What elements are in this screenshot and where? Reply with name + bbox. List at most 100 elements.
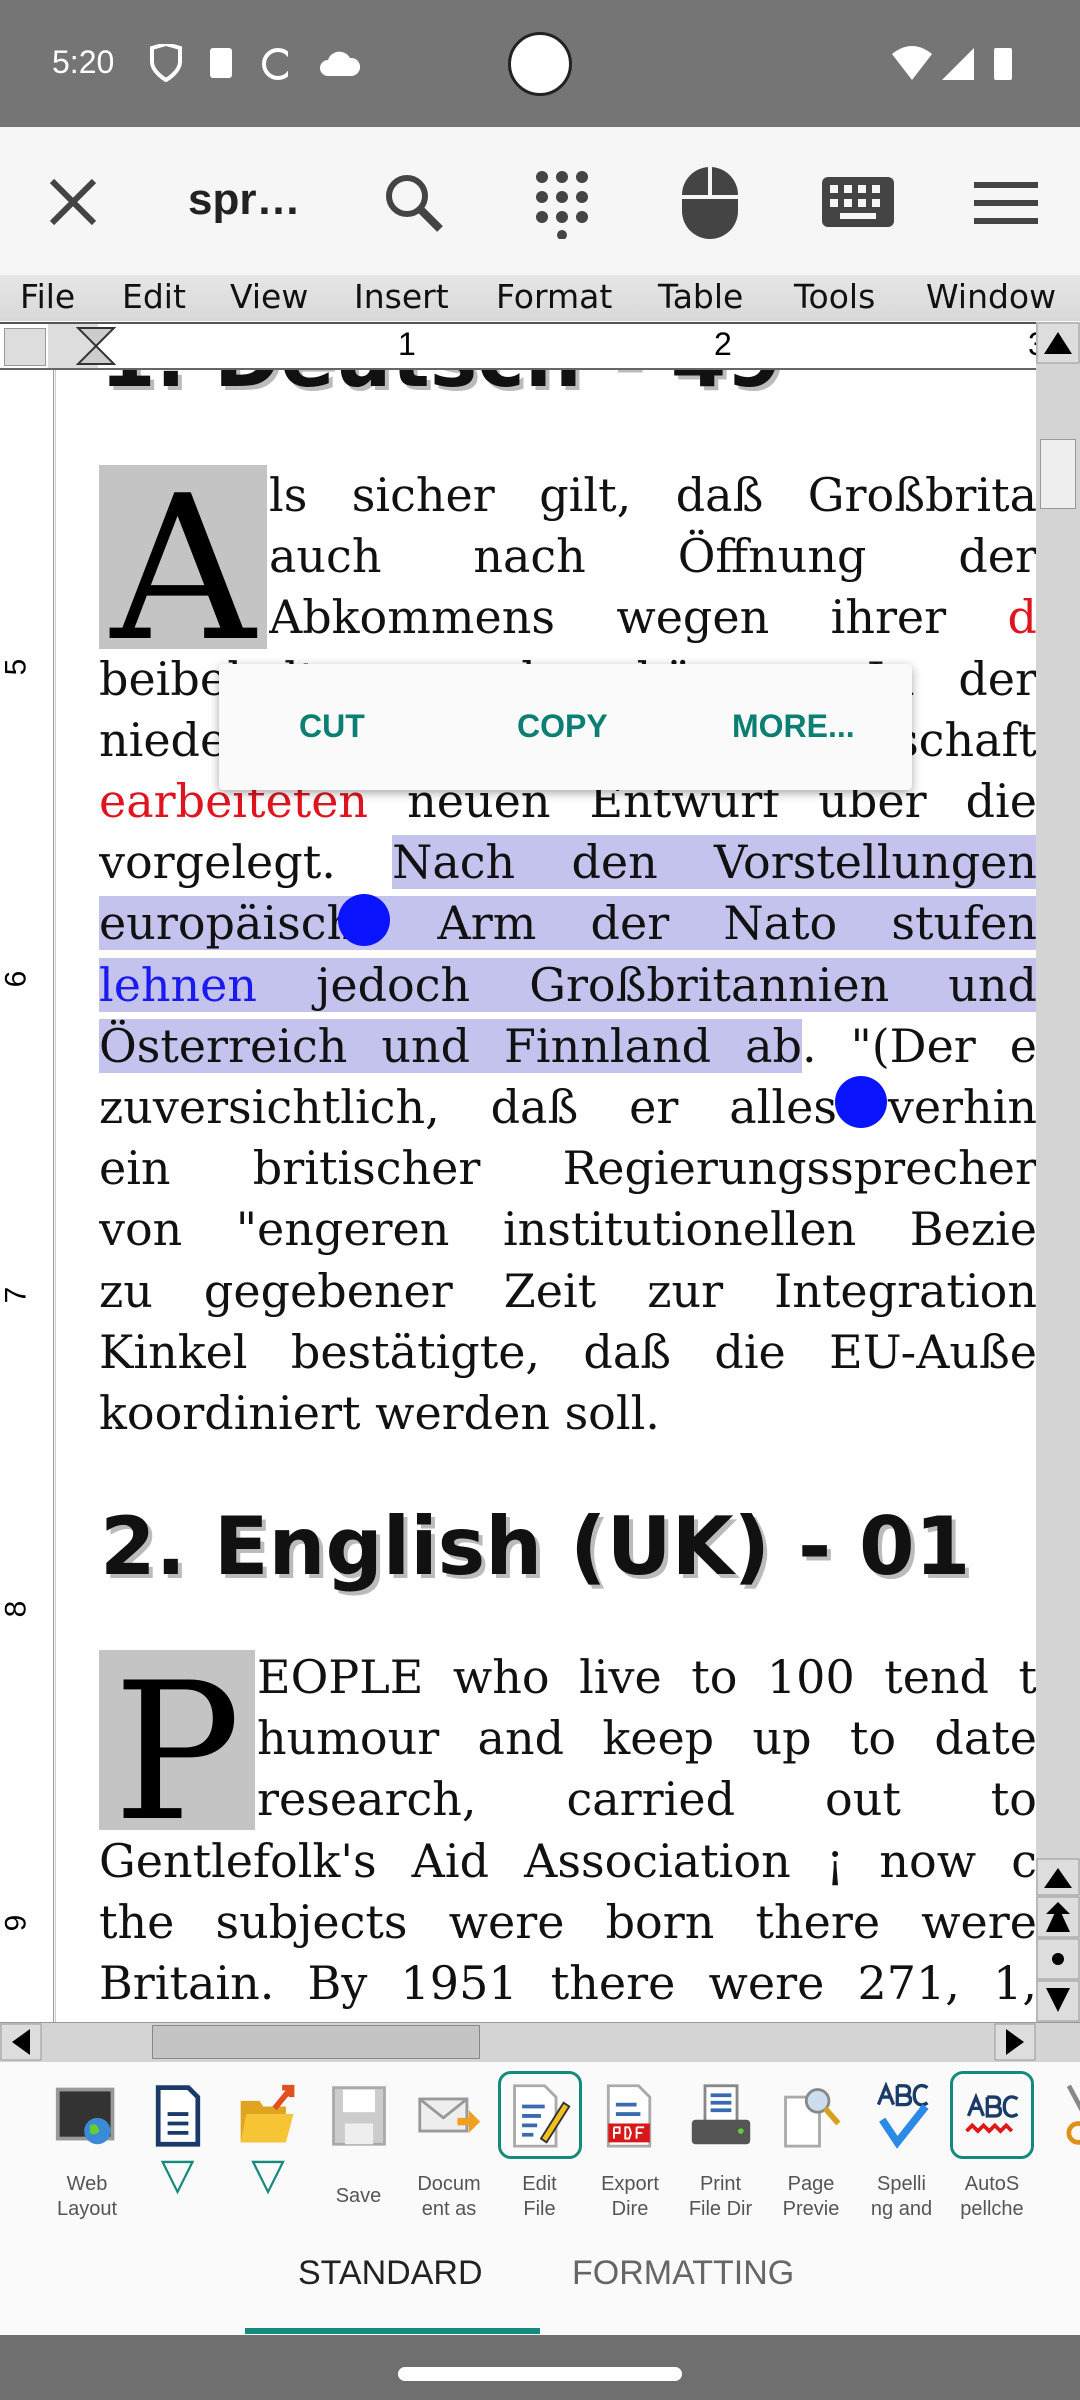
drop-cap: P	[99, 1650, 255, 1830]
scroll-left-icon[interactable]	[0, 2023, 42, 2061]
active-tab-indicator	[245, 2328, 540, 2334]
text-line: zuversichtlich, daß er alles verhin	[99, 1077, 1036, 1138]
vertical-scrollbar[interactable]	[1036, 322, 1080, 2022]
navigation-bar	[0, 2335, 1080, 2400]
cut-button[interactable]: CUT	[299, 708, 365, 745]
spelling-icon	[869, 2080, 935, 2150]
toolbar-button-page-preview[interactable]: Page Previe	[766, 2074, 856, 2220]
toolbar-button-edit-file[interactable]: Edit File	[495, 2071, 585, 2220]
menu-icon[interactable]	[974, 179, 1038, 227]
copy-button[interactable]: COPY	[517, 708, 608, 745]
system-status-icons	[892, 46, 1012, 80]
text-run: auch nach Öffnung der	[269, 529, 1036, 584]
indent-marker[interactable]	[76, 326, 116, 366]
menu-view[interactable]: View	[230, 277, 308, 316]
dropdown-arrow[interactable]: ▽	[133, 2153, 223, 2197]
tab-standard[interactable]: STANDARD	[298, 2254, 483, 2293]
document-title: spr…	[188, 175, 301, 224]
scroll-right-icon[interactable]	[994, 2023, 1036, 2061]
text-line: von "engeren institutionellen Bezie	[99, 1199, 1036, 1260]
toolbar-button-export-pdf[interactable]: Export Dire	[585, 2074, 675, 2220]
selected-text: Nach den Vorstellungen	[392, 835, 1036, 890]
menu-file[interactable]: File	[20, 277, 75, 316]
open-folder-icon	[235, 2080, 301, 2150]
toolbar-button-email-document[interactable]: Docum ent as	[404, 2074, 494, 2220]
toolbar-button-open-folder[interactable]: ▽	[223, 2074, 313, 2214]
toolbar-tabs: STANDARD FORMATTING	[0, 2222, 1080, 2335]
toolbar-button-cut[interactable]: Cu	[1038, 2074, 1080, 2214]
search-icon[interactable]	[382, 171, 446, 235]
app-bar: spr…	[0, 127, 1080, 275]
text-run: EOPLE who live to 100 tend t	[257, 1650, 1036, 1704]
ruler-mark: 7	[0, 1286, 33, 1304]
text-line: research, carried out to	[257, 1769, 1036, 1830]
toolbar-label: Save	[335, 2185, 382, 2207]
ruler-mark: 3	[1028, 326, 1036, 363]
printer-icon	[688, 2080, 754, 2150]
horizontal-ruler[interactable]: 1 2 3	[0, 322, 1036, 370]
dialpad-icon[interactable]	[532, 169, 592, 239]
document-page[interactable]: 1. Deutsch - 49 A ls sicher gilt, daß Gr…	[55, 370, 1036, 2022]
text-run: von "engeren institutionellen Bezie	[99, 1202, 1036, 1257]
scroll-up-icon[interactable]	[1036, 322, 1080, 364]
cut-icon	[1050, 2080, 1080, 2150]
menu-edit[interactable]: Edit	[122, 277, 186, 316]
menu-window[interactable]: Window	[926, 277, 1056, 316]
toolbar-button-web-layout[interactable]: Web Layout	[42, 2074, 132, 2220]
menu-format[interactable]: Format	[496, 277, 612, 316]
email-document-icon	[416, 2080, 482, 2150]
close-icon[interactable]	[46, 175, 100, 229]
page-preview-icon	[778, 2080, 844, 2150]
keyboard-icon[interactable]	[822, 177, 894, 227]
toolbar-label: AutoS pellche	[960, 2173, 1024, 2220]
tab-formatting[interactable]: FORMATTING	[572, 2254, 794, 2293]
cloud-icon	[320, 51, 360, 76]
ruler-mark: 2	[714, 326, 732, 362]
mouse-icon[interactable]	[680, 165, 740, 241]
standard-toolbar: Web Layout ▽ ▽ Save Docum ent as Edit File Exp…	[0, 2062, 1080, 2222]
text-run: humour and keep up to date	[257, 1711, 1036, 1766]
toolbar-button-spelling[interactable]: Spelli ng and	[857, 2074, 947, 2220]
selection-start-handle[interactable]	[338, 894, 390, 946]
scroll-thumb[interactable]	[1040, 439, 1076, 509]
selected-text: lehnen	[99, 957, 258, 1012]
dropdown-arrow[interactable]: ▽	[223, 2153, 313, 2197]
ruler-mark: 9	[0, 1914, 33, 1932]
text-run: the subjects were born there were	[99, 1894, 1036, 1949]
selection-end-handle[interactable]	[835, 1076, 887, 1128]
text-run: koordiniert werden soll.	[99, 1386, 660, 1440]
text-line: Österreich und Finnland ab. "(Der e	[99, 1016, 1036, 1077]
vertical-ruler[interactable]: 5 6 7 8 9	[0, 370, 54, 2022]
text-line: auch nach Öffnung der	[269, 526, 1036, 587]
text-run: Gentlefolk's Aid Association ¡ now c	[99, 1833, 1036, 1888]
home-gesture-handle[interactable]	[398, 2367, 682, 2381]
toolbar-button-printer[interactable]: Print File Dir	[676, 2074, 766, 2220]
heading-english: 2. English (UK) - 01	[100, 1500, 971, 1593]
toolbar-button-document[interactable]: ▽	[133, 2074, 223, 2214]
scroll-thumb[interactable]	[152, 2025, 480, 2059]
heading-deutsch: 1. Deutsch - 49	[100, 370, 782, 405]
text-run: zuversichtlich, daß er alles verhin	[99, 1080, 1036, 1134]
toolbar-button-save[interactable]: Save	[314, 2074, 404, 2214]
text-line: ls sicher gilt, daß Großbrita	[269, 465, 1036, 526]
web-layout-icon	[54, 2080, 120, 2150]
drop-cap: A	[99, 465, 267, 649]
menu-insert[interactable]: Insert	[354, 277, 449, 316]
text-line: Kinkel bestätigte, daß die EU-Auße	[99, 1322, 1036, 1383]
horizontal-scrollbar[interactable]	[0, 2022, 1080, 2062]
text-run: Kinkel bestätigte, daß die EU-Auße	[99, 1324, 1036, 1379]
toolbar-label: Edit File	[522, 2173, 557, 2220]
text-line: Gentlefolk's Aid Association ¡ now c	[99, 1831, 1036, 1892]
status-bar: 5:20	[0, 0, 1080, 127]
menu-tools[interactable]: Tools	[794, 277, 875, 316]
toolbar-button-autospellcheck[interactable]: AutoS pellche	[947, 2071, 1037, 2220]
text-line: EOPLE who live to 100 tend t	[257, 1647, 1036, 1708]
menu-table[interactable]: Table	[658, 277, 743, 316]
more-button[interactable]: MORE...	[732, 708, 855, 745]
text-run: ls sicher gilt, daß Großbrita	[269, 468, 1036, 522]
export-pdf-icon	[597, 2080, 663, 2150]
tab-stop-selector[interactable]	[4, 328, 46, 366]
autospellcheck-icon	[950, 2071, 1034, 2159]
scroll-page-buttons[interactable]	[1036, 1858, 1080, 2022]
ruler-mark: 5	[0, 658, 33, 676]
